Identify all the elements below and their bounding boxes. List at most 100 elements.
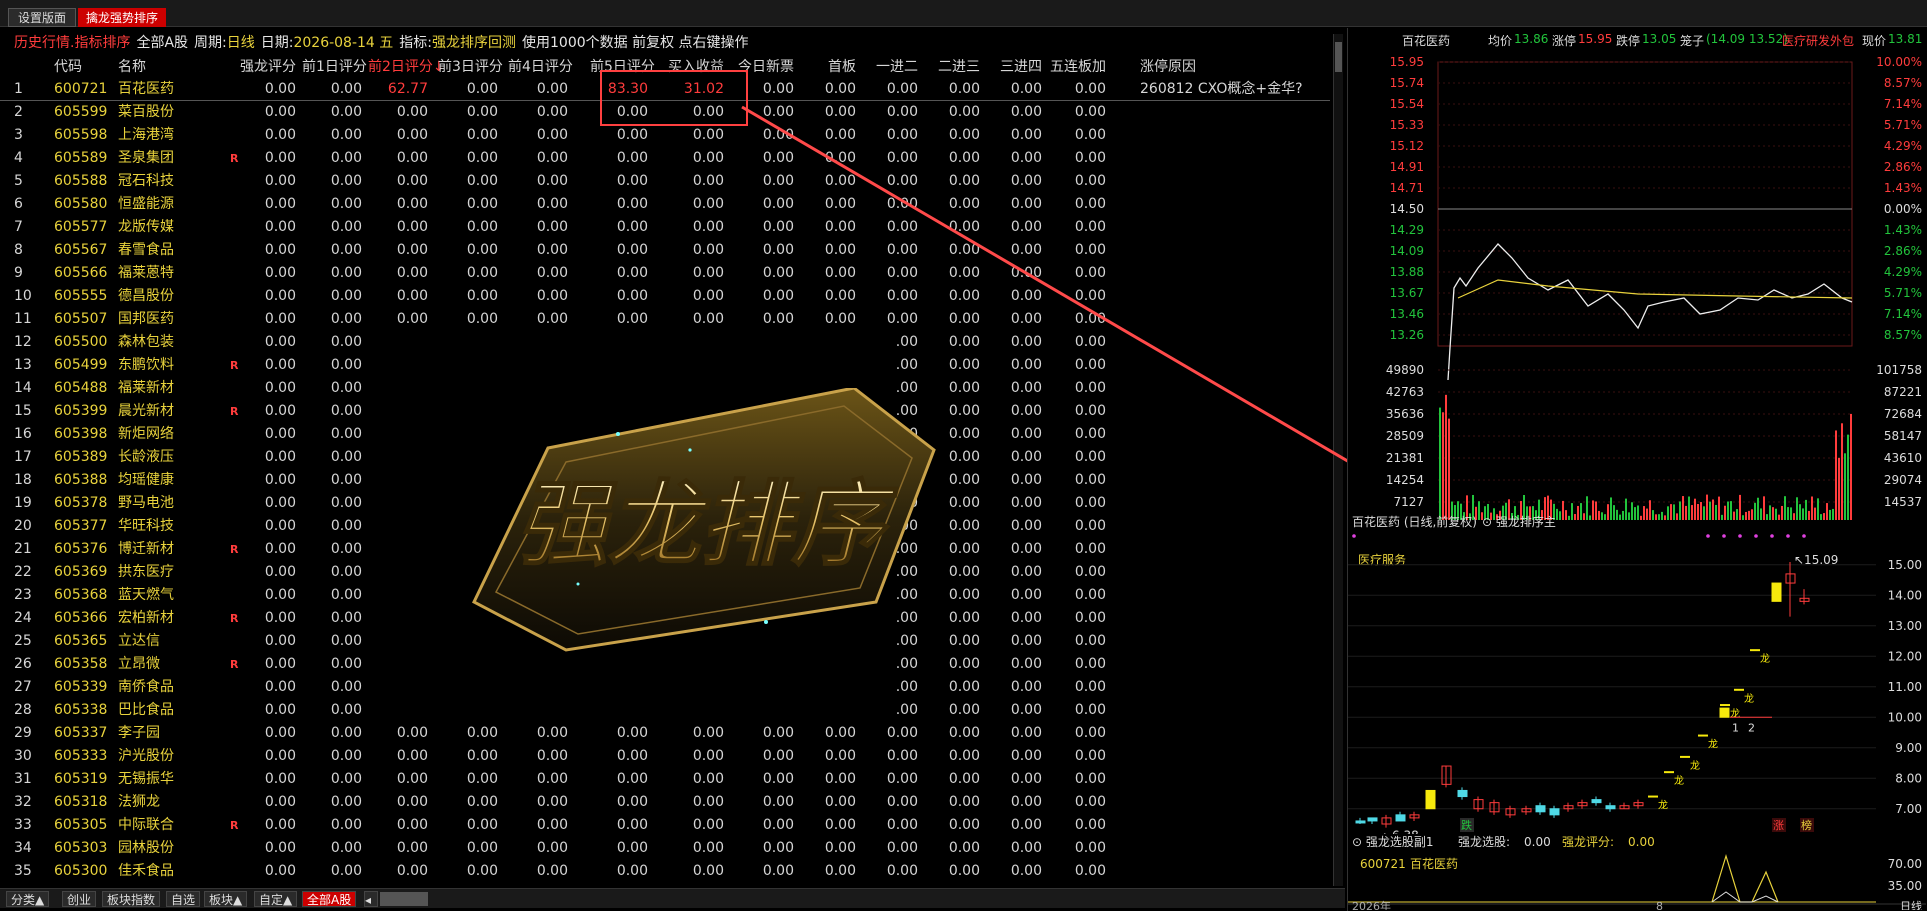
sub-tick: 35.00 <box>1888 879 1922 893</box>
avg-label: 均价 <box>1488 34 1513 48</box>
candle-body <box>1591 799 1602 804</box>
sub-sel-label: 强龙选股: <box>1458 835 1510 849</box>
price-tick: 14.09 <box>1390 244 1424 258</box>
intraday-chart[interactable]: 15.95 10.00% 15.74 8.57% 15.54 7.14% 15.33 5.71… <box>1348 48 1926 520</box>
price-label: 现价 <box>1862 34 1887 48</box>
kline-price-tick: 13.00 <box>1888 619 1922 633</box>
vol-tick-right: 58147 <box>1884 429 1922 443</box>
pct-tick: 7.14% <box>1884 307 1922 321</box>
vol-tick: 35636 <box>1386 407 1424 421</box>
dragon-mark: 龙 <box>1658 799 1668 812</box>
pct-tick: 2.86% <box>1884 160 1922 174</box>
pct-tick: 8.57% <box>1884 76 1922 90</box>
signal-dot <box>1706 534 1710 538</box>
signal-dot <box>1754 534 1758 538</box>
price-tick: 15.74 <box>1390 76 1424 90</box>
avg-line <box>1457 279 1853 299</box>
price-tick: 15.33 <box>1390 118 1424 132</box>
price-tick: 14.71 <box>1390 181 1424 195</box>
avg-value: 13.86 <box>1514 32 1549 46</box>
dragon-mark: 龙 <box>1744 692 1754 705</box>
sub-score-label: 强龙评分: <box>1562 835 1614 849</box>
pct-tick: 7.14% <box>1884 97 1922 111</box>
limit-down-value: 13.05 <box>1642 32 1677 46</box>
year-label: 2026年 <box>1352 899 1391 910</box>
sub-sel-value: 0.00 <box>1524 835 1551 849</box>
pct-tick: 1.43% <box>1884 181 1922 195</box>
vol-tick: 21381 <box>1386 451 1424 465</box>
vol-tick: 28509 <box>1386 429 1424 443</box>
price-tick: 14.91 <box>1390 160 1424 174</box>
sub-indicator-chart[interactable]: ⊙ 强龙选股副1 强龙选股: 0.00 强龙评分: 0.00 600721 百花医药 70.0… <box>1348 834 1926 910</box>
pct-tick: 1.43% <box>1884 223 1922 237</box>
candle-body <box>1719 707 1730 718</box>
cage-value: (14.09 13.52) <box>1706 32 1788 46</box>
signal-dot <box>1770 534 1774 538</box>
candle-body <box>1367 817 1378 822</box>
kline-price-tick: 15.00 <box>1888 558 1922 572</box>
marker-2: 2 <box>1748 721 1755 734</box>
vol-tick-right: 87221 <box>1884 385 1922 399</box>
sub-tick: 70.00 <box>1888 857 1922 871</box>
kline-price-tick: 9.00 <box>1895 741 1922 755</box>
signal-dot <box>1722 534 1726 538</box>
signal-dot <box>1802 534 1806 538</box>
price-tick: 15.12 <box>1390 139 1424 153</box>
dragon-mark: 龙 <box>1760 652 1770 665</box>
sub-name: 百花医药 <box>1410 856 1458 871</box>
kline-chart[interactable]: 百花医药 (日线,前复权) ⊙ 强龙排序主医疗服务 15.0014.0013.001… <box>1348 514 1926 834</box>
price-tick: 14.50 <box>1390 202 1424 216</box>
candle-body <box>1549 808 1560 816</box>
candle-body <box>1535 805 1546 813</box>
chart-panel: 百花医药 均价 13.86 涨停 15.95 跌停 13.05 笼子 (14.09 13… <box>1347 28 1927 911</box>
down-badge-text: 跌 <box>1461 818 1472 832</box>
pct-tick: 8.57% <box>1884 328 1922 342</box>
kline-indicator: ⊙ 强龙排序主 <box>1482 514 1556 529</box>
kline-price-tick: 8.00 <box>1895 771 1922 785</box>
candle-body <box>1605 805 1616 810</box>
candle-body <box>1425 789 1436 810</box>
price-frame <box>1437 61 1853 347</box>
price-tick: 15.54 <box>1390 97 1424 111</box>
candle-body <box>1355 820 1366 824</box>
sub-code: 600721 <box>1360 857 1406 871</box>
vol-tick-right: 14537 <box>1884 495 1922 509</box>
app-window: 设置版面 擒龙强势排序 历史行情.指标排序 全部A股 周期:日线 日期:2026-08… <box>0 0 1927 911</box>
limit-up-value: 15.95 <box>1578 32 1613 46</box>
vol-tick-right: 43610 <box>1884 451 1922 465</box>
pct-tick: 5.71% <box>1884 118 1922 132</box>
high-label: ↖15.09 <box>1794 553 1838 567</box>
signal-dot <box>1786 534 1790 538</box>
sector-tag[interactable]: 医疗研发外包 <box>1782 32 1854 49</box>
vol-tick-right: 72684 <box>1884 407 1922 421</box>
price-value: 13.81 <box>1888 32 1923 46</box>
pct-tick: 4.29% <box>1884 265 1922 279</box>
price-tick: 15.95 <box>1390 55 1424 69</box>
period-label: 日线 <box>1900 899 1922 910</box>
vol-tick-right: 29074 <box>1884 473 1922 487</box>
marker-1: 1 <box>1732 721 1739 734</box>
month-label: 8 <box>1656 900 1663 910</box>
pct-tick: 0.00% <box>1884 202 1922 216</box>
dragon-mark: 龙 <box>1674 774 1684 787</box>
sub-signal-line-2 <box>1711 891 1779 903</box>
signal-dot <box>1352 534 1356 538</box>
vol-tick: 7127 <box>1393 495 1424 509</box>
vol-tick-right: 101758 <box>1876 363 1922 377</box>
price-tick: 13.88 <box>1390 265 1424 279</box>
sub-indicator-name: ⊙ 强龙选股副1 <box>1352 835 1434 849</box>
price-tick: 13.67 <box>1390 286 1424 300</box>
price-tick: 14.29 <box>1390 223 1424 237</box>
limit-down-label: 跌停 <box>1616 34 1641 48</box>
up-badge-text: 涨 <box>1773 819 1784 832</box>
candle-body <box>1771 582 1782 602</box>
cage-label: 笼子 <box>1680 34 1705 48</box>
dragon-mark: 龙 <box>1708 738 1718 751</box>
signal-dot <box>1738 534 1742 538</box>
kline-price-tick: 14.00 <box>1888 588 1922 602</box>
kline-price-tick: 12.00 <box>1888 649 1922 663</box>
candle-body <box>1457 789 1468 798</box>
dragon-mark: 龙 <box>1690 759 1700 772</box>
dragon-mark: 龙 <box>1730 707 1740 720</box>
vol-tick: 14254 <box>1386 473 1424 487</box>
